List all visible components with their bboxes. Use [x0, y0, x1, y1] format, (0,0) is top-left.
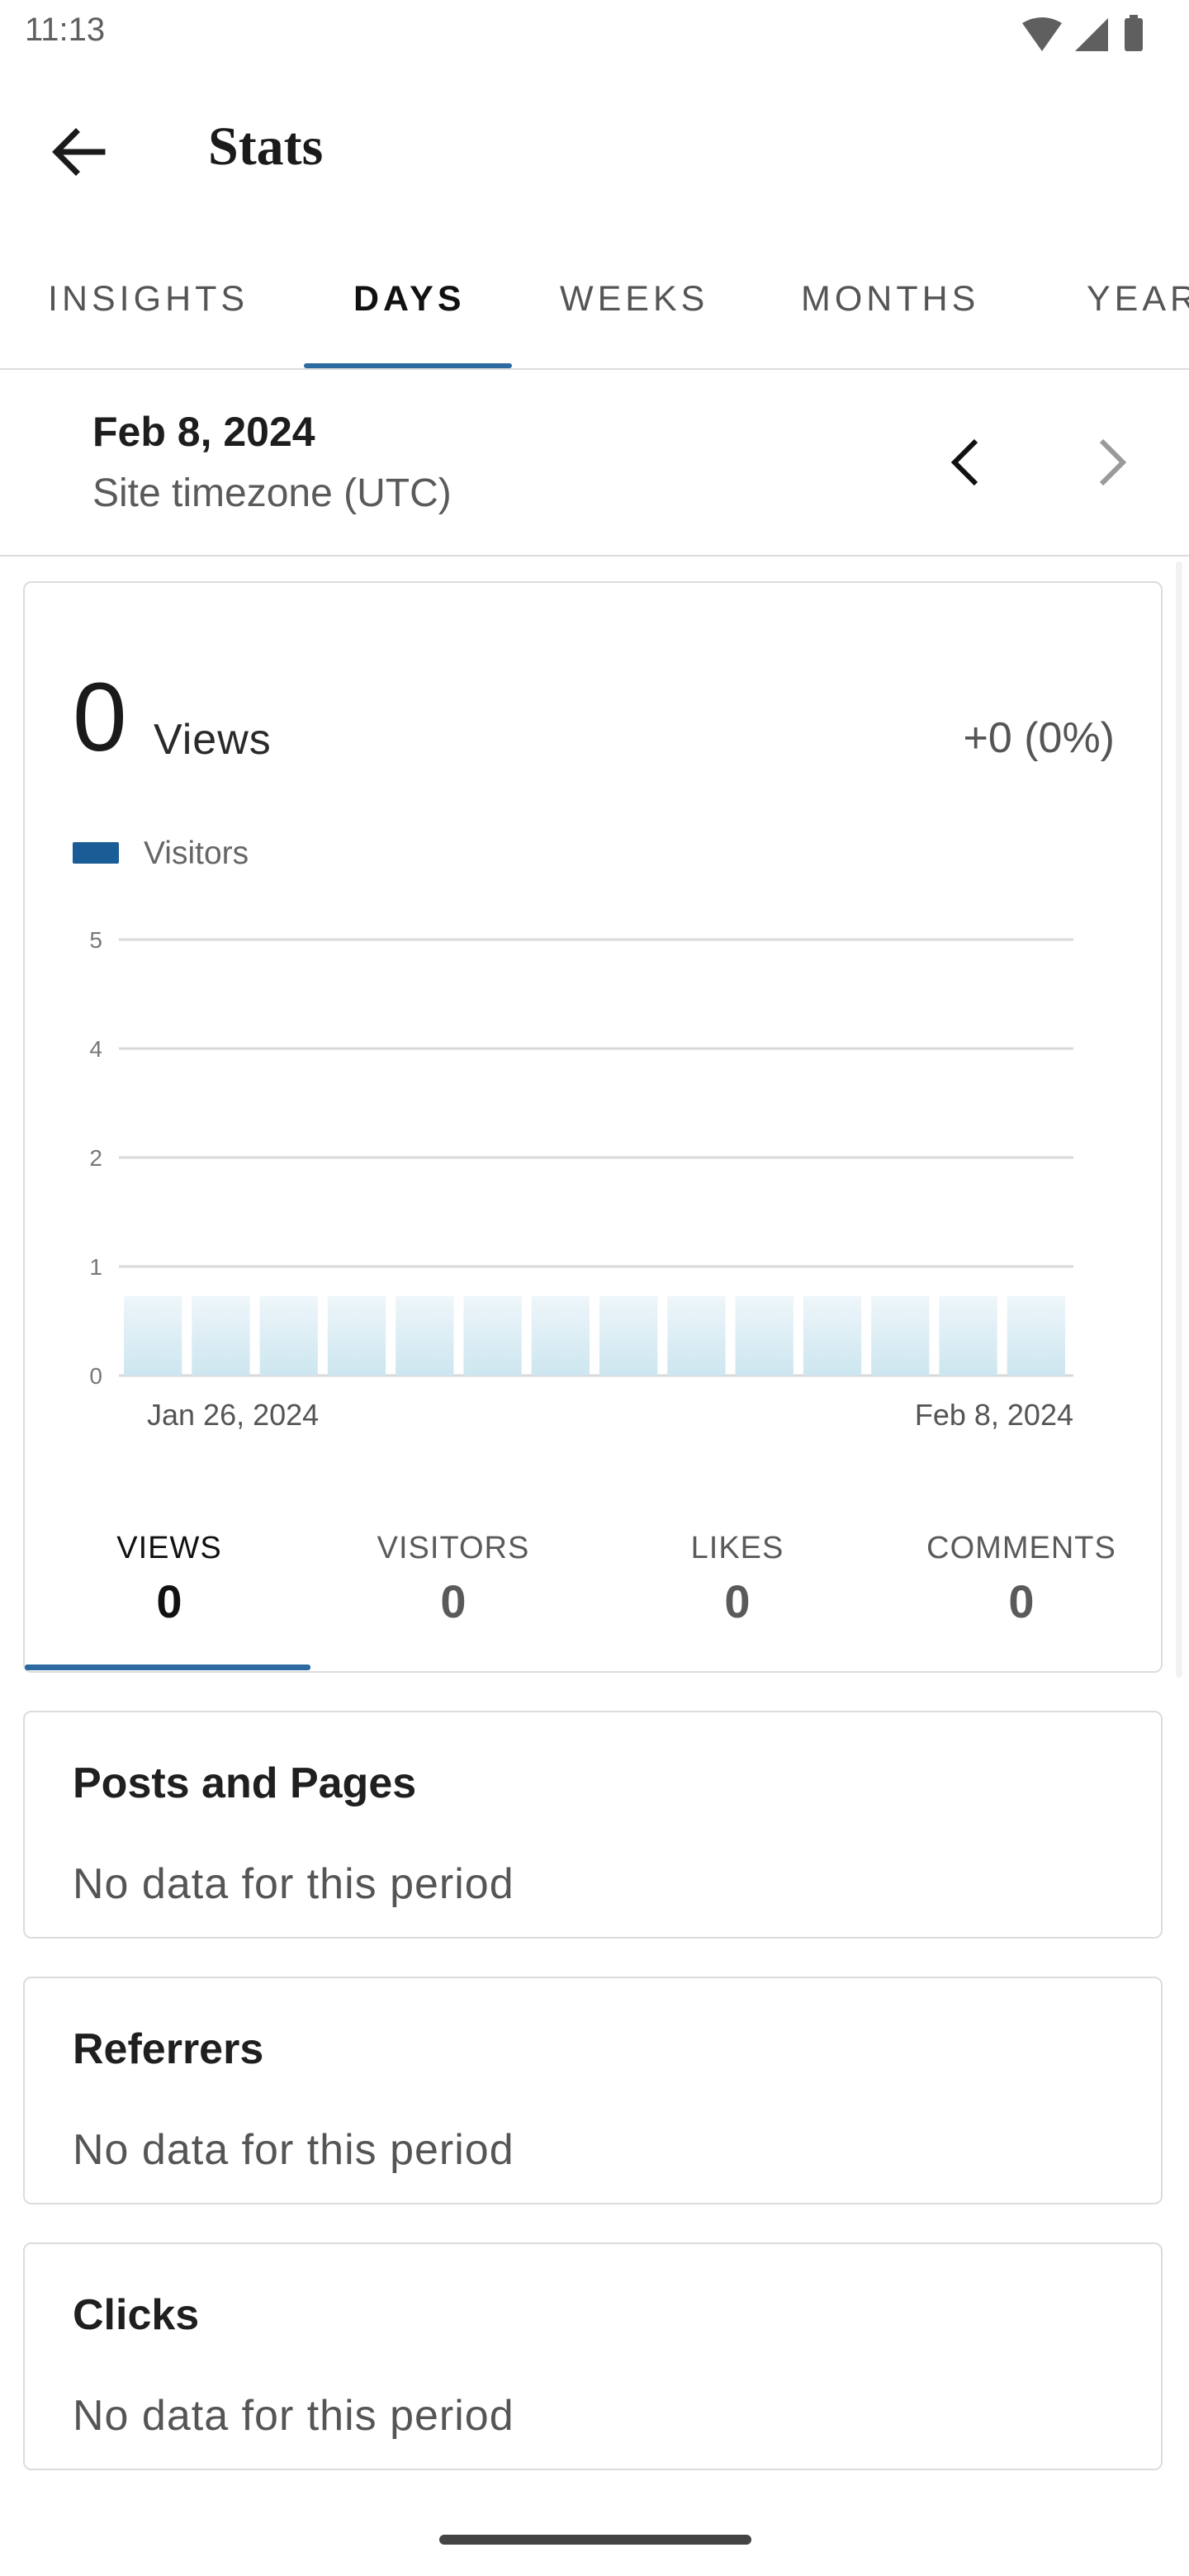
- tabs-divider: [0, 368, 1189, 370]
- y-tick-label: 5: [89, 927, 102, 953]
- home-indicator[interactable]: [439, 2535, 751, 2545]
- wifi-icon: [1022, 17, 1062, 51]
- section-title: Clicks: [73, 2291, 200, 2339]
- views-chart: 0 1 2 4 5 Jan 26, 2024 Feb 8, 2024: [89, 927, 1073, 1432]
- timezone-label: Site timezone (UTC): [92, 471, 452, 515]
- chart-bar[interactable]: [1007, 1296, 1065, 1376]
- status-icons: [1022, 15, 1143, 51]
- arrow-back-icon: [52, 128, 106, 176]
- scrollbar[interactable]: [1176, 561, 1182, 1678]
- chart-bar[interactable]: [599, 1296, 658, 1376]
- views-count: 0: [73, 663, 127, 772]
- page-title: Stats: [208, 116, 324, 177]
- signal-icon: [1075, 18, 1108, 51]
- stat-tab-indicator: [25, 1664, 310, 1670]
- empty-message: No data for this period: [73, 2126, 514, 2174]
- chart-bar[interactable]: [396, 1296, 454, 1376]
- tab-years[interactable]: YEARS: [1087, 279, 1189, 320]
- section-title: Referrers: [73, 2025, 264, 2073]
- stat-value: 0: [156, 1575, 182, 1627]
- stat-tab-comments[interactable]: COMMENTS 0: [880, 1531, 1163, 1628]
- chart-bar[interactable]: [531, 1296, 590, 1376]
- x-tick-label: Jan 26, 2024: [147, 1398, 319, 1432]
- tab-indicator: [304, 363, 512, 368]
- chart-bar[interactable]: [871, 1296, 930, 1376]
- chart-bar[interactable]: [939, 1296, 997, 1376]
- stat-value: 0: [440, 1575, 467, 1627]
- battery-icon: [1125, 18, 1143, 51]
- date-divider: [0, 555, 1189, 556]
- stat-value: 0: [1008, 1575, 1035, 1627]
- views-change: +0 (0%): [963, 714, 1115, 762]
- section-title: Posts and Pages: [73, 1759, 417, 1807]
- stat-tab-likes[interactable]: LIKES 0: [596, 1531, 879, 1628]
- chart-bar[interactable]: [735, 1296, 793, 1376]
- stat-label: VIEWS: [116, 1531, 222, 1565]
- legend-label: Visitors: [144, 836, 249, 871]
- selected-date: Feb 8, 2024: [92, 409, 315, 455]
- y-tick-label: 4: [89, 1036, 102, 1062]
- chart-bar[interactable]: [124, 1296, 182, 1376]
- back-button[interactable]: [43, 116, 116, 188]
- stat-value: 0: [724, 1575, 751, 1627]
- stat-tab-visitors[interactable]: VISITORS 0: [312, 1531, 594, 1628]
- tab-months[interactable]: MONTHS: [801, 279, 979, 320]
- tab-weeks[interactable]: WEEKS: [560, 279, 708, 320]
- stat-label: COMMENTS: [926, 1531, 1116, 1565]
- chart-bar[interactable]: [327, 1296, 386, 1376]
- previous-period-button[interactable]: [933, 429, 999, 495]
- stat-label: LIKES: [690, 1531, 784, 1565]
- status-time: 11:13: [25, 12, 106, 48]
- tab-insights[interactable]: INSIGHTS: [48, 279, 249, 320]
- chart-bar[interactable]: [667, 1296, 726, 1376]
- views-label: Views: [154, 716, 272, 764]
- stat-label: VISITORS: [377, 1531, 530, 1565]
- y-tick-label: 2: [89, 1145, 102, 1171]
- chart-bar[interactable]: [259, 1296, 318, 1376]
- chart-bar[interactable]: [463, 1296, 522, 1376]
- empty-message: No data for this period: [73, 1860, 514, 1908]
- y-tick-label: 1: [89, 1254, 102, 1280]
- stat-tab-views[interactable]: VIEWS 0: [28, 1531, 310, 1628]
- chart-bar[interactable]: [192, 1296, 250, 1376]
- chart-bar[interactable]: [803, 1296, 862, 1376]
- chevron-right-icon: [1099, 438, 1127, 486]
- x-tick-label: Feb 8, 2024: [915, 1398, 1073, 1432]
- legend-swatch: [73, 842, 119, 864]
- tab-days[interactable]: DAYS: [353, 279, 466, 320]
- chevron-left-icon: [950, 438, 978, 486]
- next-period-button[interactable]: [1078, 429, 1144, 495]
- y-tick-label: 0: [89, 1363, 102, 1389]
- empty-message: No data for this period: [73, 2392, 514, 2440]
